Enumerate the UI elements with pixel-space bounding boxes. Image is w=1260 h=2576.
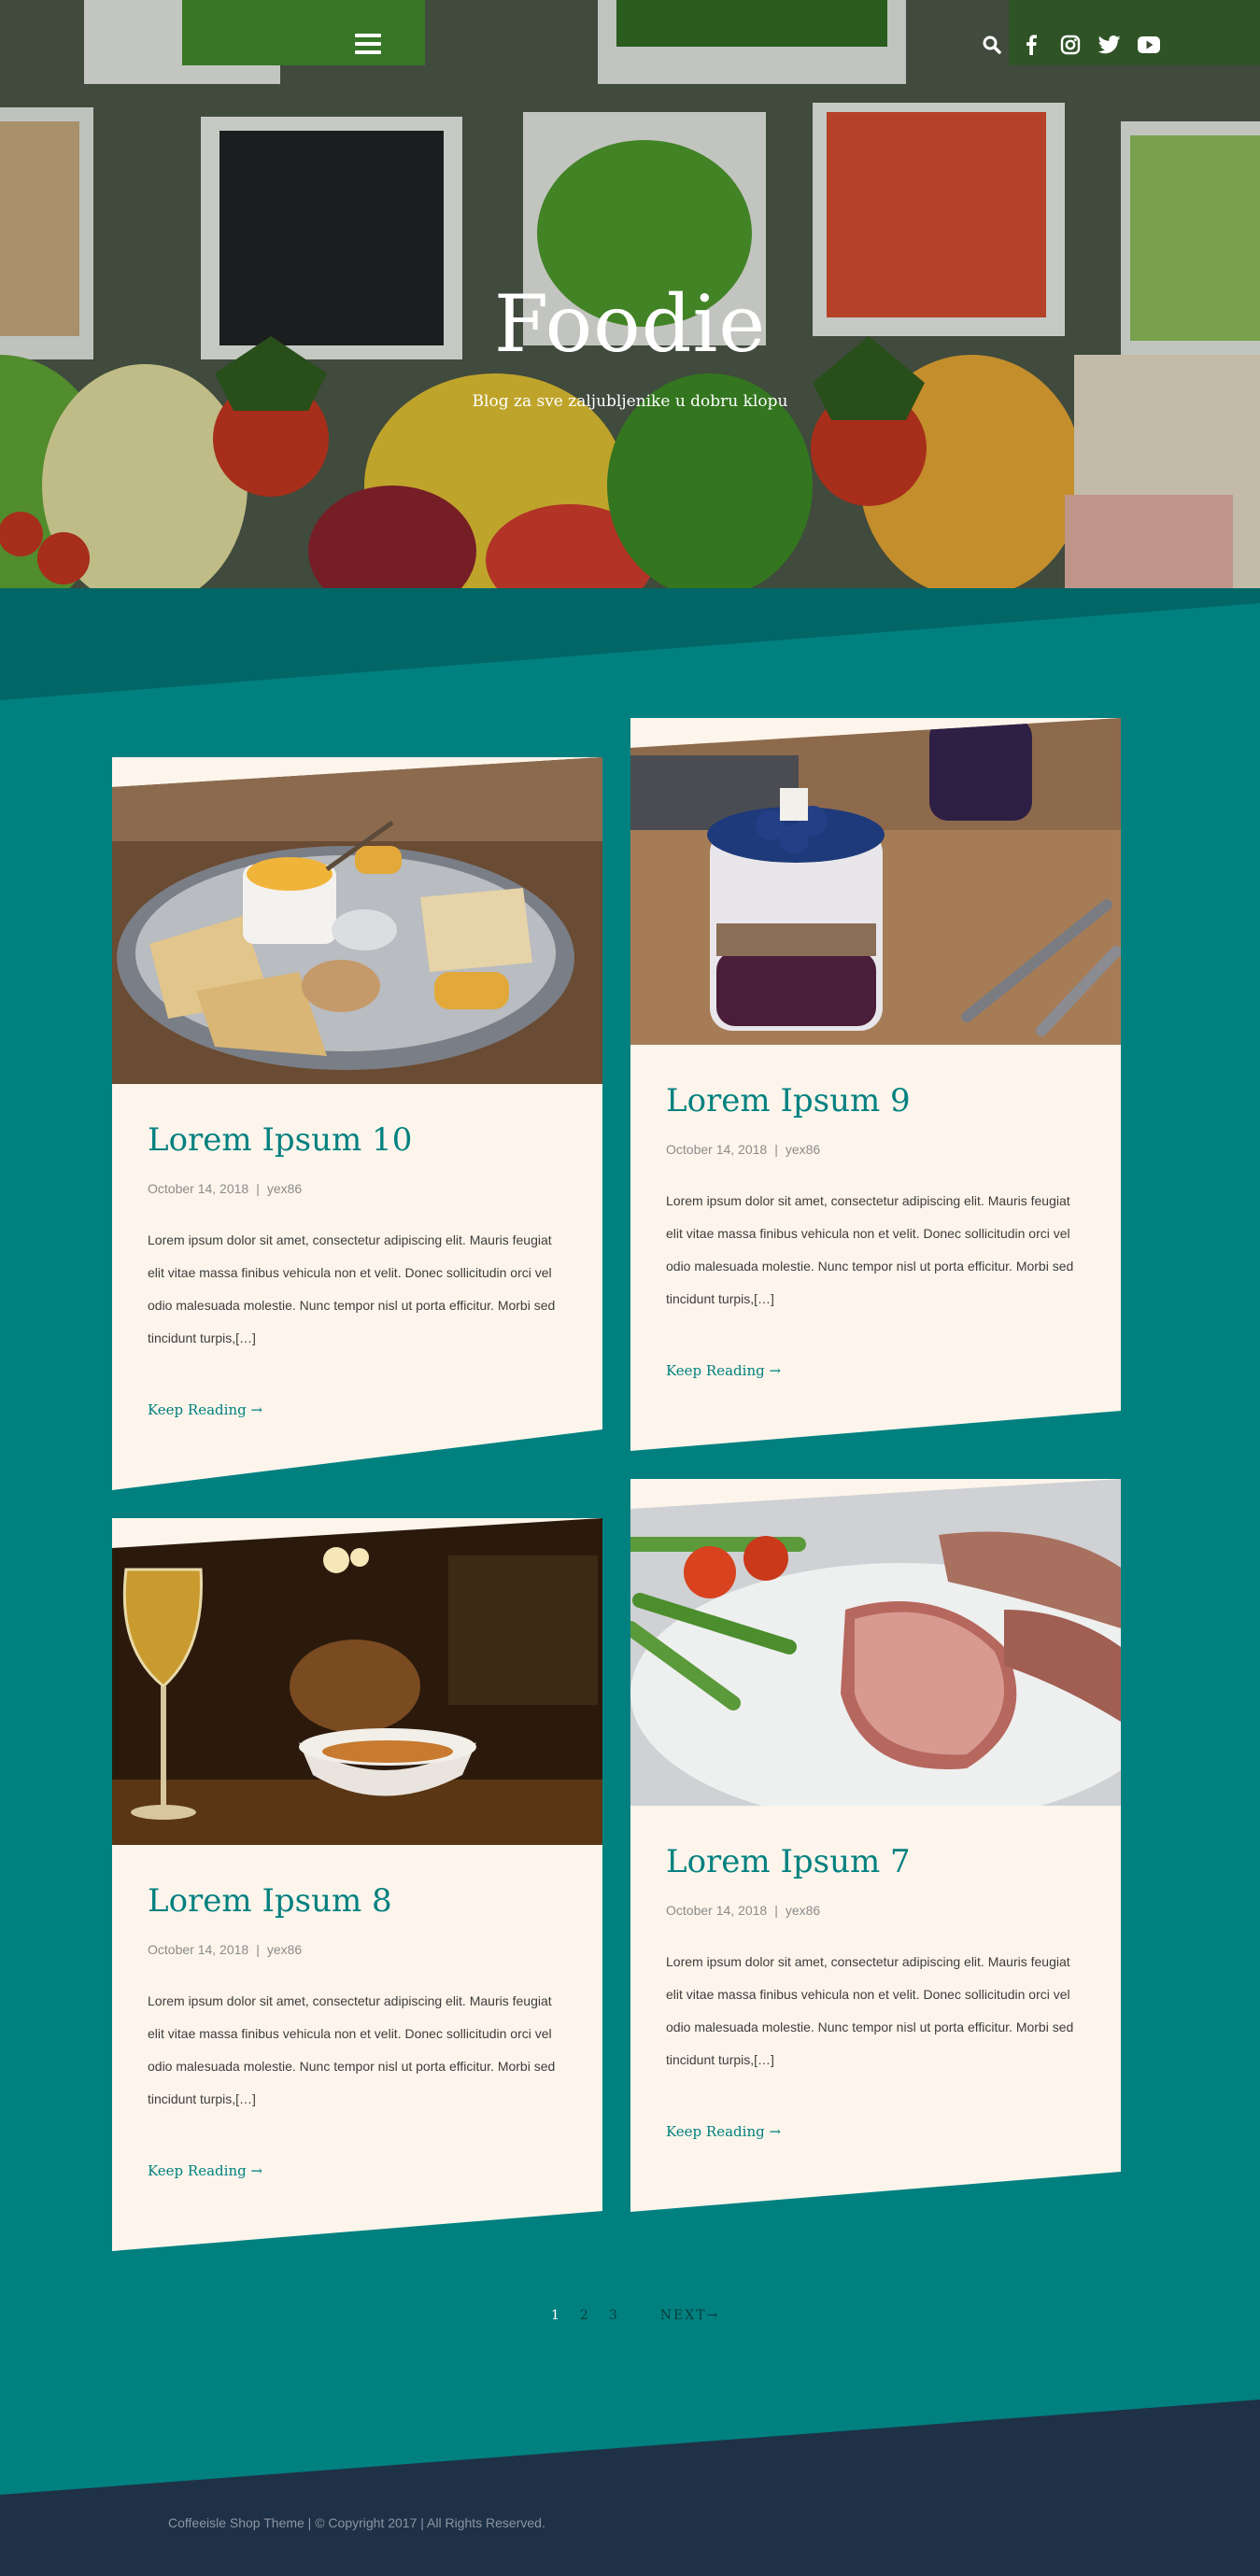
post-meta: October 14, 2018 | yex86	[148, 1942, 567, 1957]
post-author[interactable]: yex86	[786, 1903, 820, 1918]
keep-reading-link[interactable]: Keep Reading →	[148, 1401, 567, 1418]
post-image[interactable]	[630, 1479, 1121, 1806]
post-date[interactable]: October 14, 2018	[666, 1903, 767, 1918]
next-page-link[interactable]: NEXT→	[660, 2308, 720, 2323]
twitter-icon[interactable]	[1098, 34, 1121, 56]
keep-reading-link[interactable]: Keep Reading →	[148, 2162, 567, 2179]
post-image[interactable]	[112, 1518, 602, 1845]
post-date[interactable]: October 14, 2018	[148, 1942, 248, 1957]
post-date[interactable]: October 14, 2018	[666, 1142, 767, 1157]
footer-copyright: Coffeeisle Shop Theme | © Copyright 2017…	[168, 2515, 545, 2530]
section-divider-top	[0, 588, 1260, 700]
page-2-link[interactable]: 2	[580, 2308, 588, 2323]
post-card: Lorem Ipsum 9 October 14, 2018 | yex86 Lor…	[630, 718, 1121, 1451]
post-excerpt: Lorem ipsum dolor sit amet, consectetur …	[148, 1993, 556, 2106]
post-author[interactable]: yex86	[786, 1142, 820, 1157]
page-1-link[interactable]: 1	[551, 2308, 559, 2323]
meta-separator: |	[256, 1942, 260, 1957]
youtube-icon[interactable]	[1138, 34, 1160, 56]
post-image[interactable]	[112, 757, 602, 1084]
meta-separator: |	[774, 1142, 778, 1157]
keep-reading-link[interactable]: Keep Reading →	[666, 2123, 1085, 2140]
post-meta: October 14, 2018 | yex86	[666, 1903, 1085, 1918]
site-tagline: Blog za sve zaljubljenike u dobru klopu	[472, 392, 788, 411]
post-image[interactable]	[630, 718, 1121, 1045]
post-title[interactable]: Lorem Ipsum 8	[148, 1882, 567, 1920]
site-title[interactable]: Foodie	[0, 278, 1260, 370]
post-title[interactable]: Lorem Ipsum 9	[666, 1082, 1085, 1119]
post-card: Lorem Ipsum 10 October 14, 2018 | yex86 Lo…	[112, 757, 602, 1490]
post-date[interactable]: October 14, 2018	[148, 1181, 248, 1196]
meta-separator: |	[774, 1903, 778, 1918]
post-excerpt: Lorem ipsum dolor sit amet, consectetur …	[148, 1232, 556, 1345]
post-author[interactable]: yex86	[267, 1181, 302, 1196]
menu-icon[interactable]	[355, 34, 381, 56]
post-excerpt: Lorem ipsum dolor sit amet, consectetur …	[666, 1954, 1074, 2067]
post-card: Lorem Ipsum 8 October 14, 2018 | yex86 Lor…	[112, 1518, 602, 2251]
header-icons	[981, 34, 1160, 56]
facebook-icon[interactable]	[1020, 34, 1042, 56]
search-icon[interactable]	[981, 34, 1003, 56]
post-title[interactable]: Lorem Ipsum 7	[666, 1843, 1085, 1880]
post-meta: October 14, 2018 | yex86	[666, 1142, 1085, 1157]
post-author[interactable]: yex86	[267, 1942, 302, 1957]
instagram-icon[interactable]	[1059, 34, 1082, 56]
hero-header: Foodie Blog za sve zaljubljenike u dobru…	[0, 0, 1260, 590]
post-meta: October 14, 2018 | yex86	[148, 1181, 567, 1196]
post-card: Lorem Ipsum 7 October 14, 2018 | yex86 Lor…	[630, 1479, 1121, 2212]
keep-reading-link[interactable]: Keep Reading →	[666, 1362, 1085, 1379]
page-3-link[interactable]: 3	[609, 2308, 617, 2323]
site-footer	[0, 2400, 1260, 2576]
post-title[interactable]: Lorem Ipsum 10	[148, 1121, 567, 1159]
meta-separator: |	[256, 1181, 260, 1196]
pagination: 1 2 3 NEXT→	[551, 2308, 719, 2323]
post-excerpt: Lorem ipsum dolor sit amet, consectetur …	[666, 1193, 1074, 1306]
